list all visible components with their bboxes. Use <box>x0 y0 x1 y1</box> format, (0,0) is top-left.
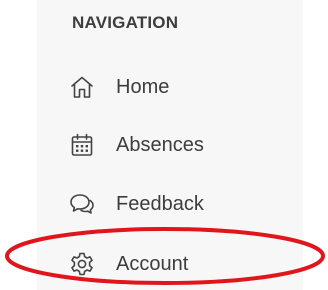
nav-item-absences[interactable]: Absences <box>60 125 300 165</box>
navigation-menu: Home Absences Feedback Account <box>0 0 328 290</box>
nav-item-account[interactable]: Account <box>60 244 300 284</box>
home-icon <box>68 73 96 101</box>
nav-item-home[interactable]: Home <box>60 67 300 107</box>
nav-item-label: Account <box>116 252 189 275</box>
chat-icon <box>68 190 96 218</box>
gear-icon <box>68 250 96 278</box>
nav-item-feedback[interactable]: Feedback <box>60 184 300 224</box>
nav-item-label: Home <box>116 75 170 98</box>
nav-item-label: Absences <box>116 133 204 156</box>
calendar-icon <box>68 131 96 159</box>
nav-item-label: Feedback <box>116 192 204 215</box>
